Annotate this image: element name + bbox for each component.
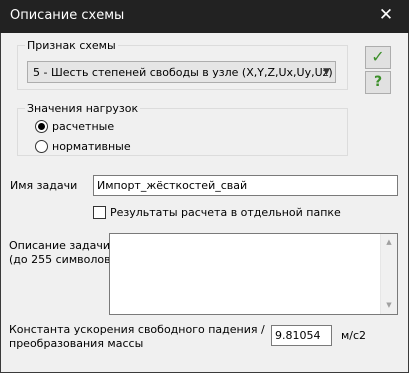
scroll-down-icon[interactable]: ▼: [381, 297, 397, 314]
separate-folder-label: Результаты расчета в отдельной папке: [110, 206, 341, 219]
scroll-up-icon[interactable]: ▲: [381, 234, 397, 251]
scheme-group: Признак схемы 5 - Шесть степеней свободы…: [17, 39, 348, 90]
load-values-legend: Значения нагрузок: [25, 102, 141, 115]
gravity-unit-label: м/с2: [341, 329, 367, 342]
close-icon: ✕: [378, 5, 394, 25]
radio-design-label: расчетные: [52, 120, 115, 133]
checkmark-icon: ✓: [371, 47, 385, 66]
help-button[interactable]: ?: [365, 71, 391, 94]
gravity-constant-label: Константа ускорения свободного падения /…: [9, 323, 265, 350]
help-icon: ?: [373, 74, 383, 90]
task-name-input[interactable]: Импорт_жёсткостей_свай: [93, 175, 398, 196]
gravity-constant-input[interactable]: 9.81054: [271, 325, 332, 346]
ok-button[interactable]: ✓: [365, 46, 391, 69]
radio-normative-label: нормативные: [52, 140, 131, 153]
radio-normative-indicator[interactable]: [35, 140, 48, 153]
scheme-description-dialog: Описание схемы ✕ Признак схемы 5 - Шесть…: [0, 0, 409, 373]
close-button[interactable]: ✕: [363, 0, 409, 33]
task-description-textarea[interactable]: ▲ ▼: [109, 233, 398, 315]
scheme-type-value: 5 - Шесть степеней свободы в узле (X,Y,Z…: [33, 66, 333, 79]
load-values-group: Значения нагрузок расчетные нормативные: [17, 102, 348, 156]
window-title: Описание схемы: [10, 8, 125, 23]
task-name-value: Импорт_жёсткостей_свай: [97, 179, 248, 192]
description-scrollbar[interactable]: ▲ ▼: [380, 234, 397, 314]
radio-design-indicator[interactable]: [35, 120, 48, 133]
separate-folder-checkbox[interactable]: [93, 206, 106, 219]
scheme-group-legend: Признак схемы: [25, 39, 118, 52]
task-description-label: Описание задачи (до 255 символов): [9, 239, 115, 266]
gravity-constant-value: 9.81054: [275, 329, 321, 342]
dialog-body: Признак схемы 5 - Шесть степеней свободы…: [1, 33, 408, 372]
title-bar[interactable]: Описание схемы ✕: [0, 0, 409, 33]
scheme-type-select[interactable]: 5 - Шесть степеней свободы в узле (X,Y,Z…: [27, 61, 336, 83]
chevron-down-icon: ▼: [323, 67, 330, 77]
task-name-label: Имя задачи: [10, 179, 78, 192]
